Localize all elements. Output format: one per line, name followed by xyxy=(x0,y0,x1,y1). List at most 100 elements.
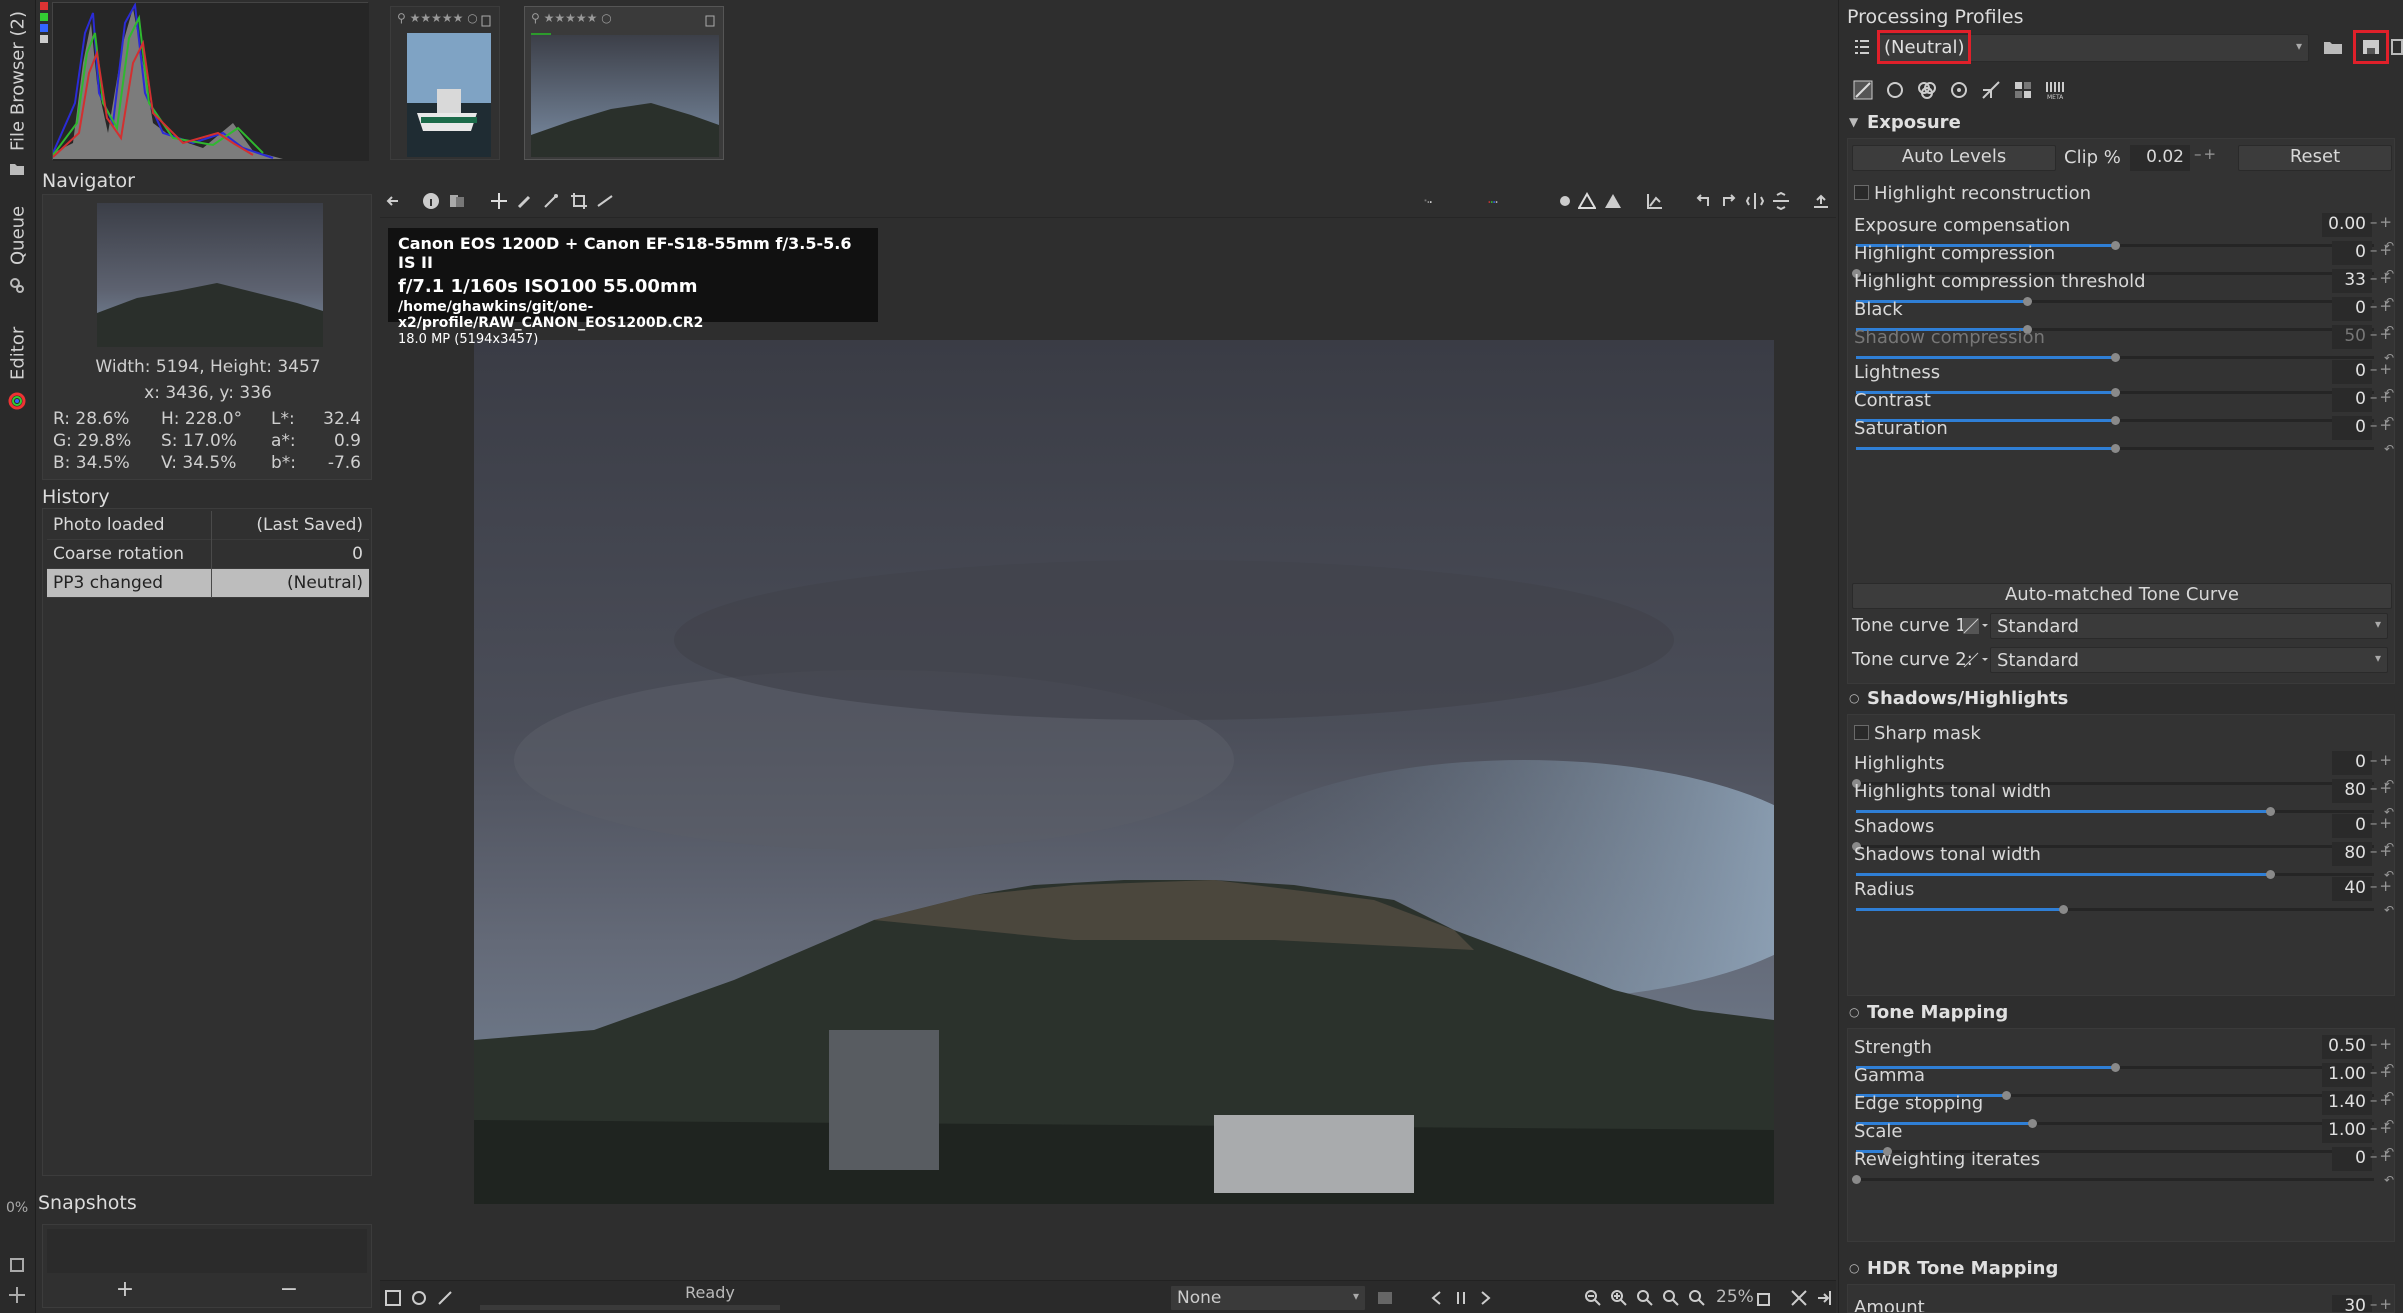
power-toggle-icon[interactable]: ○ xyxy=(1849,1261,1859,1275)
slider-stepper[interactable]: –+ xyxy=(2370,842,2394,860)
slider-stepper[interactable]: –+ xyxy=(2370,1035,2394,1053)
color-picker-icon[interactable] xyxy=(542,192,560,210)
slider-value[interactable]: 80 xyxy=(2332,779,2372,803)
slider-stepper[interactable]: –+ xyxy=(2370,360,2394,378)
slider-value[interactable]: 80 xyxy=(2332,842,2372,866)
slider-value[interactable]: 0 xyxy=(2332,360,2372,384)
slider-value[interactable]: 0 xyxy=(2332,241,2372,265)
slider-stepper[interactable]: –+ xyxy=(2370,1147,2394,1165)
tab-file-browser[interactable]: File Browser (2) xyxy=(2,6,34,156)
clip-stepper[interactable]: –+ xyxy=(2194,145,2218,163)
reset-icon[interactable]: ↶ xyxy=(2384,1173,2394,1187)
sync-icon[interactable] xyxy=(1452,1289,1470,1307)
slider-stepper[interactable]: –+ xyxy=(2370,779,2394,797)
new-detail-window-icon[interactable] xyxy=(1756,1289,1774,1307)
slider-stepper[interactable]: –+ xyxy=(2370,814,2394,832)
slider-value[interactable]: 0.50 xyxy=(2322,1035,2372,1059)
auto-levels-button[interactable]: Auto Levels xyxy=(1852,145,2056,171)
save-image-icon[interactable] xyxy=(384,1289,402,1307)
slider-stepper[interactable]: –+ xyxy=(2370,416,2394,434)
slider-track[interactable] xyxy=(1852,1175,2374,1184)
highlight-clip-warning-icon[interactable] xyxy=(1604,192,1622,210)
slider-value[interactable]: 33 xyxy=(2332,269,2372,293)
info-icon[interactable] xyxy=(422,192,440,210)
slider-value[interactable]: 0 xyxy=(2332,1147,2372,1171)
slider-row[interactable]: Reweighting iterates 0 –+ ↶ xyxy=(1848,1147,2396,1189)
slider-stepper[interactable]: –+ xyxy=(2370,1295,2394,1312)
tone-curve-2-select[interactable]: Standard ▾ xyxy=(1990,647,2388,673)
navigator-thumbnail[interactable] xyxy=(97,203,323,347)
slider-knob[interactable] xyxy=(2111,444,2120,453)
thumbnail-card-selected[interactable]: ⚲ ★★★★★ ○ xyxy=(524,6,724,160)
slider-knob[interactable] xyxy=(2059,905,2069,914)
straighten-icon[interactable] xyxy=(596,192,614,210)
auto-matched-tone-curve-button[interactable]: Auto-matched Tone Curve xyxy=(1852,583,2392,609)
save-profile-icon[interactable] xyxy=(2361,38,2381,56)
zoom-out-icon[interactable] xyxy=(1584,1289,1602,1307)
preview-mode-select[interactable]: None ▾ xyxy=(1170,1285,1366,1311)
slider-stepper[interactable]: –+ xyxy=(2370,325,2394,343)
slider-value[interactable]: 1.40 xyxy=(2322,1091,2372,1115)
slider-track[interactable] xyxy=(1856,905,2374,914)
history-row[interactable]: Photo loaded (Last Saved) xyxy=(47,511,369,540)
move-icon[interactable] xyxy=(8,1286,26,1304)
curve-type-icon[interactable] xyxy=(1962,617,1988,635)
slider-stepper[interactable]: –+ xyxy=(2370,1063,2394,1081)
fullscreen-icon[interactable] xyxy=(1790,1289,1808,1307)
slider-stepper[interactable]: –+ xyxy=(2370,269,2394,287)
advanced-tab-icon[interactable] xyxy=(1949,80,1969,100)
power-toggle-icon[interactable]: ○ xyxy=(1849,1005,1859,1019)
slider-stepper[interactable]: –+ xyxy=(2370,297,2394,315)
main-photo-preview[interactable] xyxy=(474,340,1774,1204)
focus-mask-icon[interactable] xyxy=(1556,192,1574,210)
previous-image-icon[interactable] xyxy=(1428,1289,1446,1307)
tone-mapping-header[interactable]: ○ Tone Mapping xyxy=(1847,1000,2395,1028)
white-balance-picker-icon[interactable] xyxy=(516,192,534,210)
slider-track[interactable] xyxy=(1856,807,2374,816)
slider-track[interactable] xyxy=(1856,870,2374,879)
copy-profile-icon[interactable] xyxy=(2391,38,2403,56)
slider-value[interactable]: 0.00 xyxy=(2322,213,2372,237)
clip-input[interactable]: 0.02 xyxy=(2130,145,2190,171)
hide-right-panel-icon[interactable] xyxy=(1814,1289,1832,1307)
slider-track[interactable] xyxy=(1856,444,2374,453)
slider-value[interactable]: 1.00 xyxy=(2322,1063,2372,1087)
exposure-header[interactable]: ▼ Exposure xyxy=(1847,110,2395,138)
reset-icon[interactable]: ↶ xyxy=(2384,442,2394,456)
slider-value[interactable]: 0 xyxy=(2332,297,2372,321)
shadow-clip-warning-icon[interactable] xyxy=(1578,192,1596,210)
histogram-toggle-icon[interactable] xyxy=(1646,192,1664,210)
slider-track[interactable] xyxy=(1856,353,2374,362)
slider-stepper[interactable]: –+ xyxy=(2370,751,2394,769)
before-after-icon[interactable] xyxy=(448,192,466,210)
color-tab-icon[interactable] xyxy=(1917,80,1937,100)
slider-row[interactable]: Saturation 0 –+ ↶ xyxy=(1848,416,2396,458)
slider-stepper[interactable]: –+ xyxy=(2370,241,2394,259)
history-row[interactable]: Coarse rotation 0 xyxy=(47,540,369,569)
exposure-tab-icon[interactable] xyxy=(1853,80,1873,100)
color-wheel-icon[interactable] xyxy=(8,392,26,410)
raw-tab-icon[interactable] xyxy=(2013,80,2033,100)
zoom-fit-crop-icon[interactable] xyxy=(1688,1289,1706,1307)
next-image-icon[interactable] xyxy=(1476,1289,1494,1307)
slider-value[interactable]: 40 xyxy=(2332,877,2372,901)
slider-value[interactable]: 0 xyxy=(2332,814,2372,838)
slider-value[interactable]: 1.00 xyxy=(2322,1119,2372,1143)
load-profile-icon[interactable] xyxy=(2323,38,2343,56)
gears-icon[interactable] xyxy=(8,276,26,294)
thumbnail-rank-stars[interactable]: ⚲ ★★★★★ ○ xyxy=(531,11,612,25)
slider-value[interactable]: 0 xyxy=(2332,388,2372,412)
hide-left-panel-icon[interactable] xyxy=(384,192,402,210)
hand-tool-icon[interactable] xyxy=(490,192,508,210)
trash-icon[interactable] xyxy=(703,13,717,27)
thumbnail-rank-stars[interactable]: ⚲ ★★★★★ ○ xyxy=(397,11,478,25)
flip-vertical-icon[interactable] xyxy=(1772,192,1790,210)
slider-knob[interactable] xyxy=(1852,1175,1861,1184)
sharp-mask-checkbox[interactable] xyxy=(1854,725,1869,740)
hdr-tone-mapping-header[interactable]: ○ HDR Tone Mapping xyxy=(1847,1256,2395,1284)
tab-queue[interactable]: Queue xyxy=(2,200,34,270)
slider-stepper[interactable]: –+ xyxy=(2370,388,2394,406)
tone-curve-1-select[interactable]: Standard ▾ xyxy=(1990,613,2388,639)
slider-stepper[interactable]: –+ xyxy=(2370,1119,2394,1137)
zoom-100-icon[interactable] xyxy=(1636,1289,1654,1307)
